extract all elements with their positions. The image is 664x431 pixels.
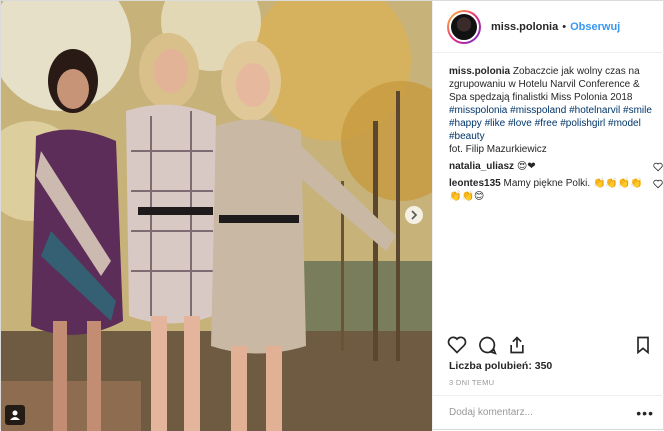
hashtag-link[interactable]: #free [535,118,558,129]
hashtag-link[interactable]: #hotelnarvil [569,105,620,116]
photo-credit: fot. Filip Mazurkiewicz [449,144,547,155]
hashtag-link[interactable]: #misspolonia [449,105,507,116]
user-tag-icon [10,410,20,420]
hashtag-link[interactable]: #smile [623,105,652,116]
next-photo-button[interactable] [405,206,423,224]
chevron-right-icon [411,210,418,220]
comment-username[interactable]: leontes135 [449,178,501,189]
comment-text: 😍❤ [516,161,536,172]
share-icon[interactable] [507,335,527,355]
header-separator: • [562,20,567,33]
avatar[interactable] [447,9,481,44]
comment-item: natalia_uliasz 😍❤ [449,160,663,173]
hashtag-link[interactable]: #love [508,118,532,129]
likes-count[interactable]: Liczba polubień: 350 [449,360,552,372]
post-timestamp: 3 DNI TEMU [449,378,495,387]
hashtag-link[interactable]: #beauty [449,131,485,142]
comment-item: leontes135 Mamy piękne Polki. 👏👏👏👏👏👏😊 [449,177,663,203]
header-username[interactable]: miss.polonia [491,21,558,33]
add-comment-bar: Dodaj komentarz... ••• [433,395,664,431]
heart-icon[interactable] [653,162,663,172]
comment-username[interactable]: natalia_uliasz [449,161,514,172]
more-options-button[interactable]: ••• [636,405,654,421]
photo-illustration [1,1,432,431]
action-bar [447,335,652,357]
instagram-post: miss.polonia • Obserwuj miss.polonia Zob… [0,0,664,431]
follow-button[interactable]: Obserwuj [570,21,620,33]
user-tag-button[interactable] [5,405,25,425]
bookmark-icon[interactable] [633,335,653,355]
hashtag-link[interactable]: #like [485,118,506,129]
heart-icon[interactable] [653,179,663,189]
post-photo[interactable] [1,1,432,431]
hashtag-link[interactable]: #polishgirl [560,118,605,129]
caption-username[interactable]: miss.polonia [449,66,510,77]
comment-input[interactable]: Dodaj komentarz... [449,407,533,418]
post-details-panel: miss.polonia • Obserwuj miss.polonia Zob… [432,1,664,431]
post-caption: miss.polonia Zobaczcie jak wolny czas na… [449,65,659,156]
comments-section: miss.polonia Zobaczcie jak wolny czas na… [449,65,663,203]
hashtag-link[interactable]: #misspoland [510,105,566,116]
heart-icon[interactable] [447,335,467,355]
post-header: miss.polonia • Obserwuj [433,1,664,53]
hashtag-link[interactable]: #model [608,118,641,129]
comment-icon[interactable] [477,335,497,355]
hashtag-link[interactable]: #happy [449,118,482,129]
